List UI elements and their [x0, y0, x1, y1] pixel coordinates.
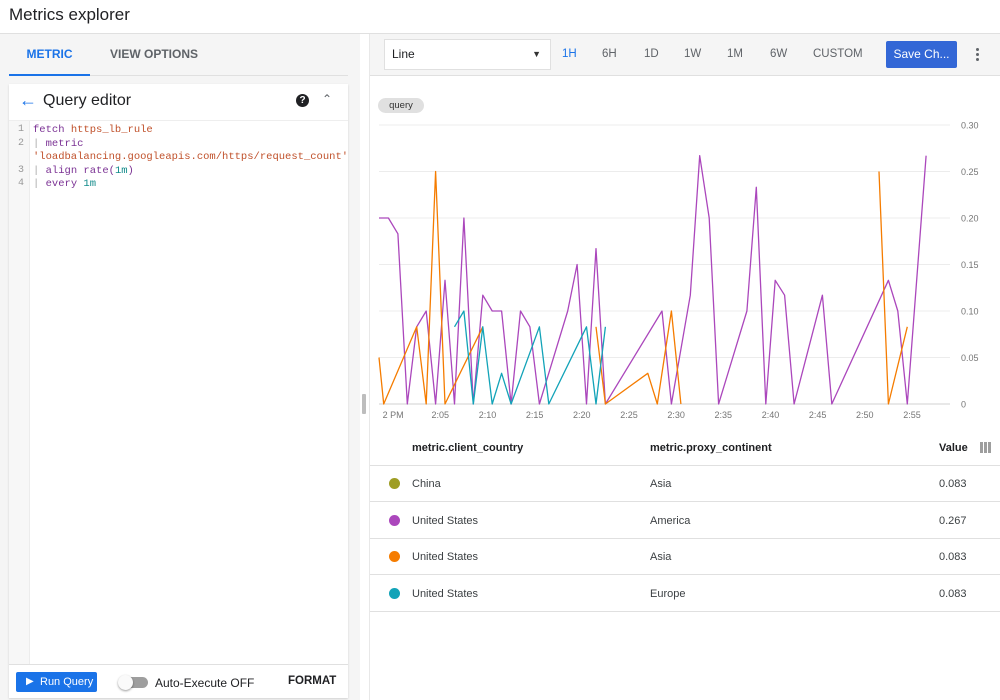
legend-table-row[interactable]: United States Europe 0.083	[370, 576, 1000, 612]
x-tick-label: 2:25	[620, 410, 638, 420]
proxy-continent-cell: America	[650, 514, 691, 527]
value-cell: 0.083	[939, 551, 967, 563]
proxy-continent-cell: Asia	[650, 478, 672, 490]
y-tick-label: 0.20	[961, 214, 979, 224]
code-token: 'loadbalancing.googleapis.com/https/requ…	[33, 151, 349, 163]
series-line	[379, 155, 927, 405]
run-query-label: Run Query	[40, 676, 94, 688]
code-line: fetch https_lb_rule	[33, 124, 153, 138]
y-tick-label: 0.25	[961, 167, 979, 177]
line-number: 4	[17, 178, 24, 189]
x-tick-label: 2:05	[432, 410, 450, 420]
query-editor-footer: ▶ Run Query Auto-Execute OFF FORMAT	[9, 664, 348, 698]
chart-panel: Line ▼ 1H 6H 1D 1W 1M 6W CUSTOM Save Ch.…	[369, 34, 1000, 700]
legend-table-row[interactable]: United States Asia 0.083	[370, 539, 1000, 575]
x-tick-label: 2:50	[856, 410, 874, 420]
value-cell: 0.267	[939, 514, 967, 527]
query-editor-title: Query editor	[43, 92, 132, 109]
x-tick-label: 2:30	[667, 410, 685, 420]
panel-tabs: METRIC VIEW OPTIONS	[9, 34, 348, 76]
x-tick-label: 2:55	[903, 410, 921, 420]
line-chart: 0 0.05 0.10 0.15 0.20 0.25 0.30 2 PM 2:05 2:10 2:1…	[378, 121, 979, 420]
y-tick-label: 0.30	[961, 121, 979, 131]
line-number: 1	[17, 124, 24, 135]
y-tick-label: 0	[961, 400, 966, 410]
y-tick-label: 0.15	[961, 260, 979, 270]
code-token: 1m	[114, 164, 128, 177]
x-tick-label: 2:35	[715, 410, 733, 420]
column-header-proxy-continent[interactable]: metric.proxy_continent	[650, 442, 772, 454]
y-tick-label: 0.05	[961, 353, 979, 363]
code-token: )	[127, 164, 134, 177]
help-circle-icon[interactable]: ?	[296, 94, 309, 107]
value-cell: 0.083	[939, 478, 967, 490]
query-code-editor[interactable]: 1 2 3 4 fetch https_lb_rule | metric'load…	[9, 120, 348, 665]
x-tick-label: 2 PM	[383, 410, 404, 420]
code-token: |	[33, 137, 46, 150]
code-token: https_lb_rule	[70, 124, 153, 136]
legend-table-row[interactable]: China Asia 0.083	[370, 466, 1000, 502]
line-number: 3	[17, 164, 24, 176]
client-country-cell: China	[412, 478, 441, 490]
left-panel: METRIC VIEW OPTIONS ← Query editor ? ⌃ 1…	[0, 34, 360, 700]
series-color-dot	[389, 478, 400, 489]
arrow-left-icon[interactable]: ←	[19, 90, 37, 111]
proxy-continent-cell: Asia	[650, 551, 672, 563]
x-tick-label: 2:45	[809, 410, 827, 420]
value-cell: 0.083	[939, 587, 967, 600]
tab-metric[interactable]: METRIC	[9, 34, 90, 76]
client-country-cell: United States	[412, 587, 479, 600]
series-color-dot	[389, 514, 400, 526]
run-query-button[interactable]: ▶ Run Query	[16, 672, 97, 692]
code-token: fetch	[33, 124, 71, 136]
legend-table-header: metric.client_country metric.proxy_conti…	[370, 430, 1000, 466]
code-line: | metric	[33, 138, 83, 152]
code-line: 'loadbalancing.googleapis.com/https/requ…	[33, 151, 348, 165]
legend-table-row[interactable]: United States America 0.267	[370, 503, 1000, 539]
line-number-gutter: 1 2 3 4	[9, 121, 30, 665]
code-token: metric	[45, 137, 84, 150]
format-button[interactable]: FORMAT	[288, 675, 336, 687]
page-title: Metrics explorer	[9, 5, 130, 24]
view-columns-icon[interactable]	[980, 442, 993, 453]
panel-resize-handle[interactable]	[362, 394, 366, 414]
x-tick-label: 2:40	[762, 410, 780, 420]
query-editor-header: ← Query editor ? ⌃	[9, 84, 348, 118]
x-tick-label: 2:15	[526, 410, 544, 420]
chevron-up-icon[interactable]: ⌃	[322, 92, 332, 106]
code-token: every	[45, 178, 84, 190]
series-line	[878, 171, 908, 405]
column-header-client-country[interactable]: metric.client_country	[412, 442, 523, 454]
code-token: |	[33, 178, 46, 190]
query-editor-card: ← Query editor ? ⌃ 1 2 3 4 fetch https_l…	[9, 84, 348, 698]
auto-execute-label: Auto-Execute OFF	[155, 676, 255, 690]
toggle-knob	[118, 675, 133, 690]
code-line: | align rate(1m)	[33, 165, 134, 179]
tab-view-options[interactable]: VIEW OPTIONS	[101, 34, 207, 76]
column-header-value[interactable]: Value	[939, 442, 968, 454]
code-token: 1m	[83, 178, 97, 190]
code-token: align	[45, 164, 84, 177]
series-color-dot	[389, 551, 400, 562]
x-tick-label: 2:20	[573, 410, 591, 420]
series-color-dot	[389, 587, 400, 599]
client-country-cell: United States	[412, 514, 479, 527]
play-icon: ▶	[26, 676, 34, 687]
x-tick-label: 2:10	[479, 410, 497, 420]
line-number: 2	[17, 137, 24, 149]
auto-execute-toggle[interactable]	[118, 675, 148, 690]
code-line: | every 1m	[33, 178, 96, 192]
proxy-continent-cell: Europe	[650, 587, 686, 600]
code-token: |	[33, 164, 46, 177]
client-country-cell: United States	[412, 551, 479, 563]
y-tick-label: 0.10	[961, 307, 979, 317]
page-header: Metrics explorer	[0, 0, 1000, 34]
code-token: rate(	[83, 164, 115, 177]
